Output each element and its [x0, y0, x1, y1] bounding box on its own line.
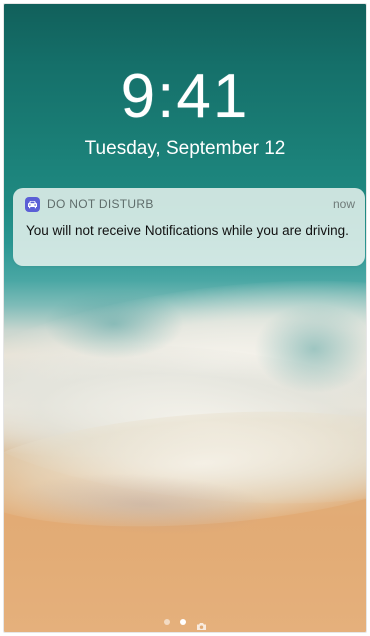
water-patch	[254, 304, 366, 394]
lock-screen: 9:41 Tuesday, September 12 DO NOT DISTUR…	[3, 3, 367, 633]
page-dot[interactable]	[163, 619, 170, 625]
car-icon	[25, 197, 40, 212]
clock-date: Tuesday, September 12	[84, 138, 286, 159]
notification-header: DO NOT DISTURB now	[13, 188, 365, 216]
notification-banner[interactable]: DO NOT DISTURB now You will not receive …	[13, 188, 365, 266]
clock-time: 9:41	[120, 62, 250, 131]
page-dot-active[interactable]	[179, 619, 186, 625]
notification-message: You will not receive Notifications while…	[26, 223, 349, 238]
water-patch	[44, 289, 184, 359]
notification-timestamp: now	[332, 197, 355, 211]
page-indicator[interactable]	[4, 616, 366, 630]
notification-app-name: DO NOT DISTURB	[47, 197, 154, 211]
camera-icon[interactable]	[196, 618, 207, 630]
